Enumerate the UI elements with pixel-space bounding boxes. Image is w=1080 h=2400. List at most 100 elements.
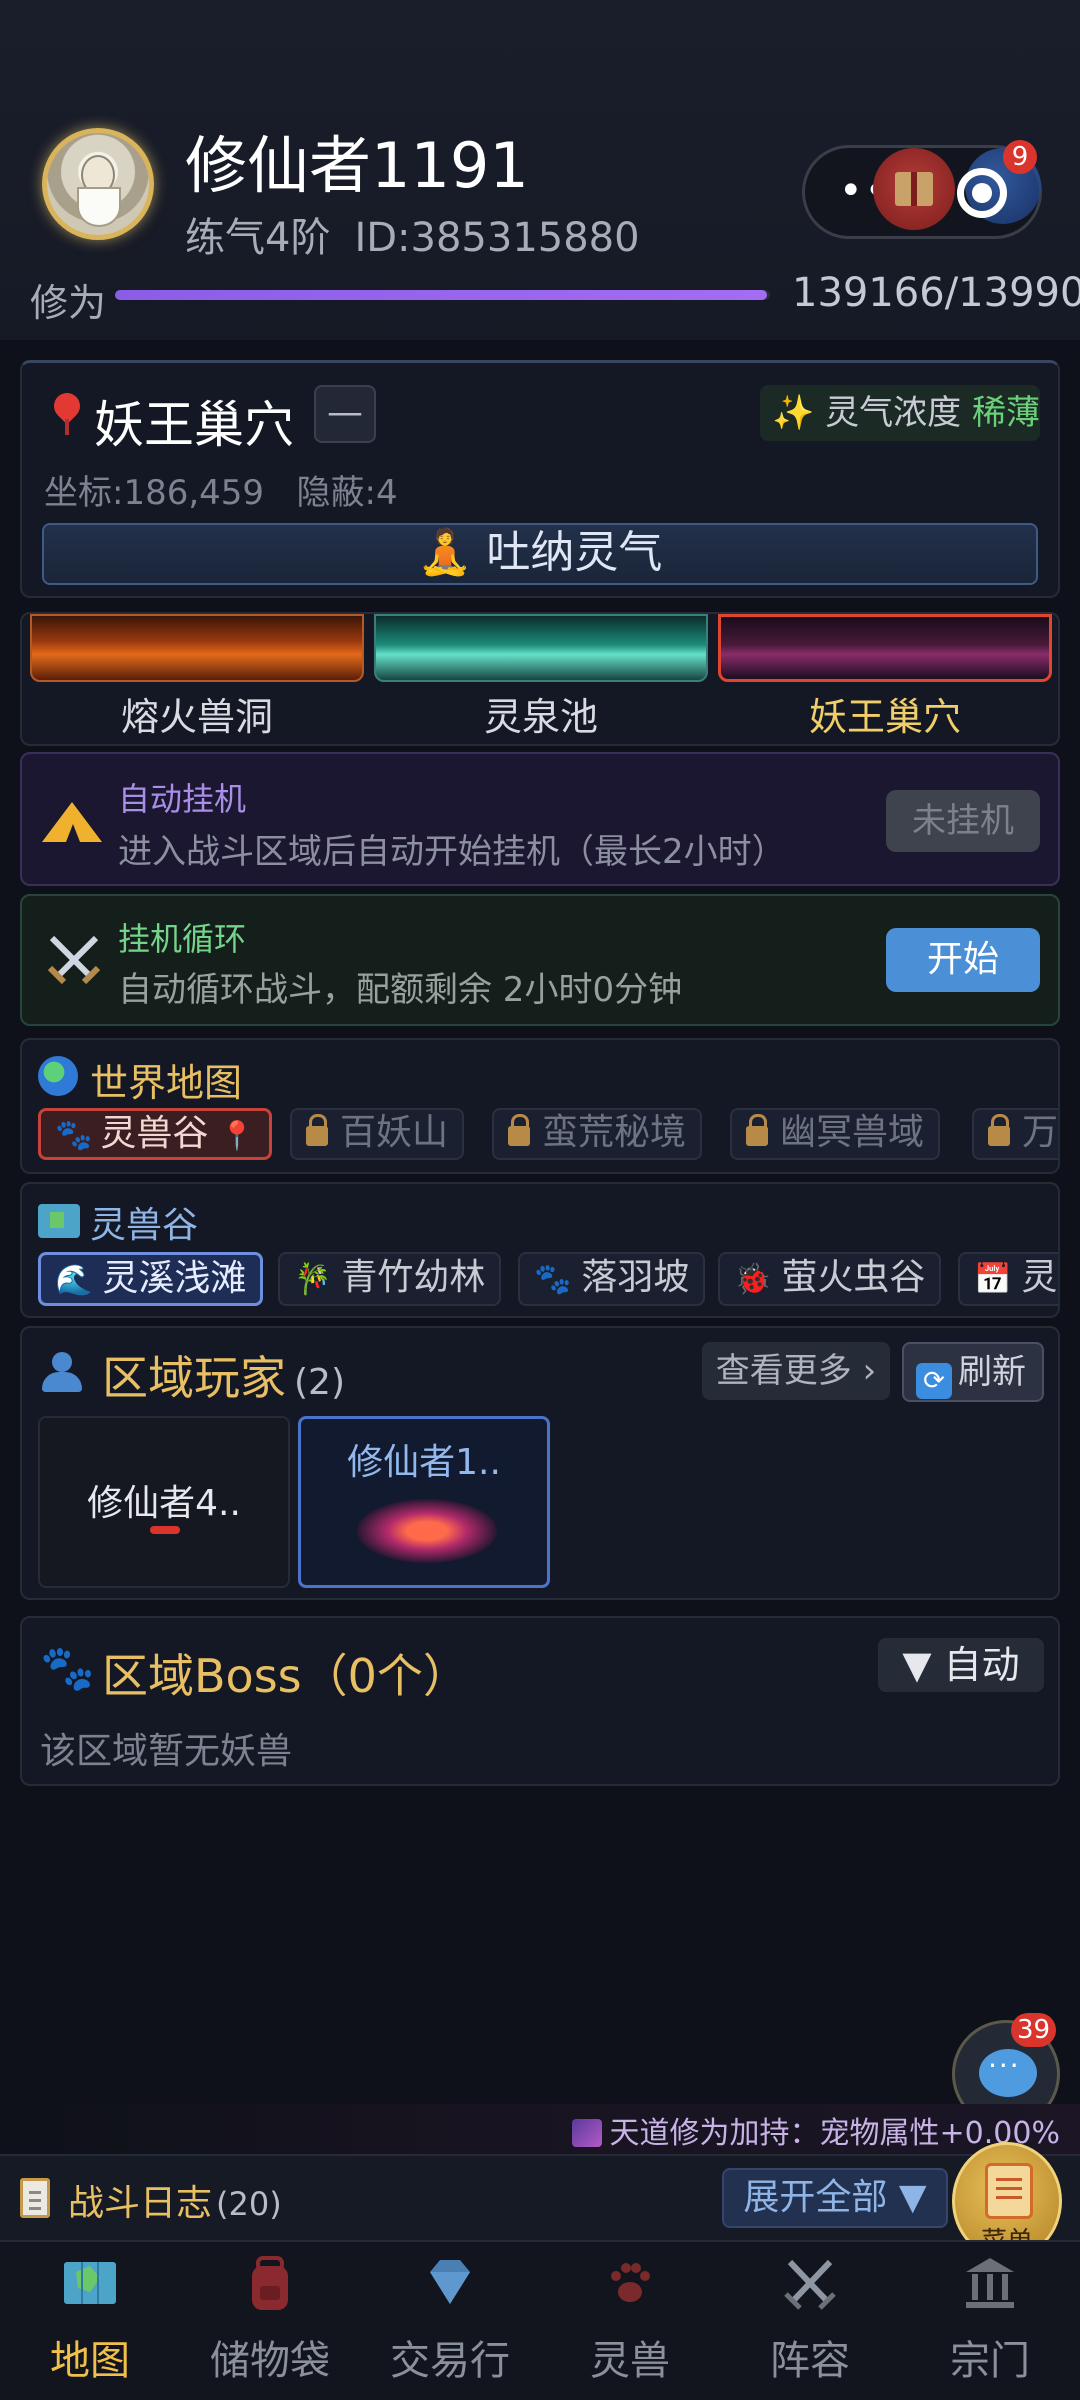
location-title: 妖王巢穴 — [94, 396, 294, 454]
player-card[interactable]: 修仙者4.. — [38, 1416, 290, 1588]
breathe-label: 吐纳灵气 — [486, 527, 663, 578]
profile-header: 修仙者1191 练气4阶 ID:385315880 ••• 9 修为 139166… — [0, 0, 1080, 340]
scroll-icon — [985, 2163, 1033, 2219]
xp-progress-bar — [115, 290, 770, 300]
area-thumb-demon-lair[interactable] — [718, 614, 1052, 682]
tent-door — [66, 824, 80, 842]
zone-chip[interactable]: 🎋 青竹幼林 — [278, 1252, 502, 1306]
xp-label: 修为 — [30, 281, 107, 325]
area-name[interactable]: 熔火兽洞 — [30, 686, 364, 741]
area-name[interactable]: 灵泉池 — [374, 686, 708, 741]
player-name: 修仙者1191 — [185, 129, 529, 202]
region-chip-active[interactable]: 🐾 灵兽谷 📍 — [38, 1108, 272, 1160]
beetle-icon: 🐞 — [734, 1262, 772, 1297]
region-chip-locked[interactable]: 万 — [972, 1108, 1059, 1160]
gift-icon[interactable] — [873, 148, 955, 230]
auto-hang-toggle-button[interactable]: 未挂机 — [886, 790, 1040, 852]
area-players-panel: 区域玩家 (2) 查看更多 › ⟳ 刷新 修仙者4.. 修仙者1.. — [20, 1326, 1060, 1600]
realm-level: 练气4阶 — [185, 215, 331, 261]
location-pin-icon: 📍 — [219, 1119, 255, 1152]
refresh-button[interactable]: ⟳ 刷新 — [902, 1342, 1044, 1402]
aura-label: 灵气浓度 — [825, 393, 962, 433]
region-chip-locked[interactable]: 蛮荒秘境 — [492, 1108, 703, 1160]
collapse-button[interactable]: — — [314, 385, 376, 443]
avatar-beard — [77, 187, 121, 227]
expand-all-button[interactable]: 展开全部 ▼ — [722, 2168, 948, 2228]
battle-log-count: (20) — [216, 2185, 282, 2223]
auto-hang-title: 自动挂机 — [118, 780, 247, 818]
nav-label: 储物袋 — [210, 2338, 330, 2384]
zone-chip[interactable]: 📅 灵 — [958, 1252, 1058, 1306]
battle-log-label: 战斗日志 — [68, 2183, 213, 2224]
area-thumb-lava-cave[interactable] — [30, 614, 364, 682]
nav-item-sect[interactable]: 宗门 — [900, 2242, 1080, 2400]
clipboard-icon — [20, 2178, 50, 2218]
sparkle-icon: ✨ — [772, 393, 815, 433]
aura-value: 稀薄 — [971, 393, 1040, 433]
diamond-icon — [430, 2260, 470, 2304]
region-chip-locked[interactable]: 幽冥兽域 — [730, 1108, 941, 1160]
nav-item-map[interactable]: 地图 — [0, 2242, 180, 2400]
chat-unread-badge: 39 — [1011, 2013, 1057, 2047]
lock-icon — [746, 1114, 768, 1146]
location-coords: 坐标:186,459 隐蔽:4 — [44, 465, 398, 514]
area-selector: 熔火兽洞 灵泉池 妖王巢穴 — [20, 612, 1060, 746]
nav-label: 宗门 — [950, 2338, 1030, 2384]
gift-ribbon — [911, 172, 917, 206]
players-icon-body — [42, 1372, 82, 1392]
player-id: ID:385315880 — [354, 215, 640, 261]
area-players-title: 区域玩家 (2) — [102, 1342, 345, 1408]
region-label: 万 — [1022, 1112, 1059, 1153]
region-label: 百妖山 — [340, 1112, 449, 1153]
nav-item-lineup[interactable]: 阵容 — [720, 2242, 900, 2400]
area-thumb-spirit-spring[interactable] — [374, 614, 708, 682]
auto-hang-desc: 进入战斗区域后自动开始挂机（最长2小时） — [118, 832, 786, 872]
auto-select-dropdown[interactable]: ▼ 自动 — [878, 1638, 1044, 1692]
player-hp-bar — [150, 1526, 180, 1534]
region-chip-locked[interactable]: 百妖山 — [290, 1108, 465, 1160]
nav-item-backpack[interactable]: 储物袋 — [180, 2242, 360, 2400]
auto-hang-panel: 自动挂机 进入战斗区域后自动开始挂机（最长2小时） 未挂机 — [20, 752, 1060, 886]
region-label: 蛮荒秘境 — [542, 1112, 687, 1153]
aura-density-badge: ✨ 灵气浓度 稀薄 — [760, 385, 1040, 441]
buff-bar: 天道修为加持：宠物属性+0.00% — [0, 2104, 1080, 2154]
avatar[interactable] — [42, 128, 154, 240]
paw-icon — [611, 2263, 650, 2302]
view-more-button[interactable]: 查看更多 › — [702, 1342, 890, 1400]
boss-empty-text: 该区域暂无妖兽 — [40, 1731, 293, 1772]
zone-chip-active[interactable]: 🌊 灵溪浅滩 — [38, 1252, 264, 1306]
nav-item-trade[interactable]: 交易行 — [360, 2242, 540, 2400]
nav-item-pets[interactable]: 灵兽 — [540, 2242, 720, 2400]
player-card-self[interactable]: 修仙者1.. — [298, 1416, 550, 1588]
battle-log-title[interactable]: 战斗日志 (20) — [68, 2174, 282, 2226]
start-button[interactable]: 开始 — [886, 928, 1040, 992]
area-boss-title: 区域Boss（0个） — [102, 1649, 469, 1703]
calendar-icon: 📅 — [974, 1262, 1012, 1297]
zone-label: 灵 — [1021, 1257, 1058, 1298]
lock-icon — [988, 1114, 1010, 1146]
zone-label: 落羽坡 — [581, 1257, 690, 1298]
crossed-swords-icon — [47, 935, 101, 985]
breathe-qi-button[interactable]: 🧘 吐纳灵气 — [42, 523, 1038, 585]
players-icon — [38, 1352, 84, 1392]
top-capsule: ••• 9 — [802, 140, 1042, 239]
paw-icon: 🐾 — [40, 1643, 95, 1694]
zone-label: 灵溪浅滩 — [102, 1258, 247, 1299]
location-panel: 妖王巢穴 — ✨ 灵气浓度 稀薄 坐标:186,459 隐蔽:4 🧘 吐纳灵气 — [20, 360, 1060, 598]
nav-label: 地图 — [50, 2338, 130, 2384]
refresh-label: 刷新 — [958, 1352, 1026, 1392]
crossed-swords-icon — [784, 2259, 836, 2310]
refresh-icon: ⟳ — [916, 1363, 952, 1399]
map-icon — [38, 1204, 80, 1238]
zone-label: 青竹幼林 — [341, 1257, 486, 1298]
zone-chip[interactable]: 🐞 萤火虫谷 — [718, 1252, 942, 1306]
zone-chip[interactable]: 🐾 落羽坡 — [518, 1252, 706, 1306]
temple-icon — [966, 2258, 1014, 2308]
title-emblem-icon — [357, 1499, 497, 1563]
region-label: 幽冥兽域 — [780, 1112, 925, 1153]
nav-label: 交易行 — [390, 2338, 510, 2384]
players-icon-head — [52, 1352, 72, 1372]
lock-icon — [306, 1114, 328, 1146]
stealth-text: 隐蔽:4 — [296, 473, 398, 513]
area-name-selected[interactable]: 妖王巢穴 — [718, 686, 1052, 741]
